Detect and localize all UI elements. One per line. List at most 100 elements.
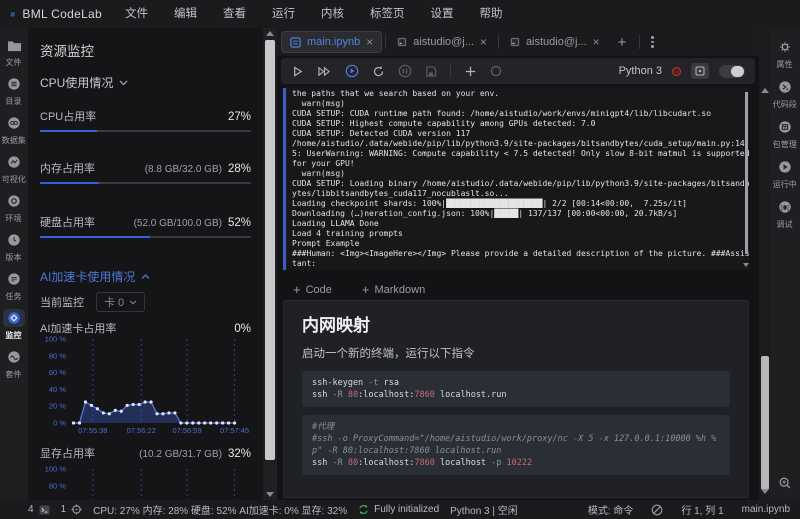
restart-kernel-button[interactable]: [372, 65, 385, 78]
output-line: CUDA SETUP: Loading binary /home/aistudi…: [292, 179, 749, 188]
disk-metric: 硬盘占用率 (52.0 GB/100.0 GB) 52%: [40, 217, 251, 229]
run-all-button[interactable]: [317, 65, 332, 78]
markdown-heading: 内网映射: [302, 316, 370, 335]
tab-main-ipynb[interactable]: main.ipynb ×: [281, 31, 383, 53]
cursor-position[interactable]: 行 1, 列 1: [681, 502, 723, 517]
notebook-scrollbar[interactable]: [759, 28, 770, 500]
right-item-snippets[interactable]: 代码段: [771, 78, 799, 110]
bml-logo-icon: [10, 12, 15, 16]
simple-mode-toggle[interactable]: [719, 64, 745, 78]
right-item-properties[interactable]: 属性: [771, 38, 799, 70]
restart-run-button[interactable]: [345, 64, 359, 78]
svg-text:20 %: 20 %: [49, 402, 66, 411]
add-markdown-button[interactable]: + Markdown: [362, 282, 425, 297]
svg-text:100 %: 100 %: [45, 335, 67, 344]
terminal-icon: [39, 504, 50, 515]
sidebar-item-tasks[interactable]: 任务: [0, 270, 28, 302]
menu-item[interactable]: 编辑: [161, 0, 210, 28]
cpu-section-header[interactable]: CPU使用情况: [40, 74, 128, 91]
card-select-dropdown[interactable]: 卡 0: [96, 292, 146, 312]
output-scrollbar-thumb[interactable]: [745, 92, 748, 254]
notebook-icon: [290, 36, 301, 48]
output-line: /home/aistudio/.data/webide/pip/lib/pyth…: [292, 139, 745, 148]
add-code-button[interactable]: + Code: [293, 282, 332, 297]
scroll-up-arrow[interactable]: [266, 31, 274, 36]
sidebar-item-visualization[interactable]: 可视化: [0, 153, 28, 185]
kernel-busy-indicator: [672, 66, 681, 76]
sidebar-item-environment[interactable]: 环境: [0, 192, 28, 224]
add-cell-button[interactable]: [464, 65, 477, 78]
output-line: the paths that we search based on your e…: [292, 89, 500, 98]
folder-icon: [3, 36, 25, 54]
scrollbar-thumb[interactable]: [265, 40, 275, 460]
sidebar-item-files[interactable]: 文件: [0, 36, 28, 68]
close-icon[interactable]: ×: [366, 36, 373, 48]
close-icon[interactable]: ×: [593, 36, 600, 48]
kernel-status: Python 3 | 空闲: [450, 506, 518, 517]
toolbar-separator: [450, 64, 451, 78]
menu-items: 文件 编辑 查看 运行 内核 标签页 设置 帮助: [112, 0, 516, 28]
tab-separator: [497, 35, 499, 49]
notebook-toolbar: Python 3: [281, 58, 755, 84]
scroll-down-arrow[interactable]: [761, 489, 769, 494]
gears-icon: [774, 38, 796, 56]
panel-toggle-button[interactable]: [691, 63, 709, 79]
menu-item[interactable]: 查看: [210, 0, 259, 28]
tab-bar: main.ipynb × aistudio@j... × aistudio@j.…: [277, 28, 759, 56]
terminal-icon: [510, 37, 520, 47]
link-icon: [3, 114, 25, 132]
tab-more-menu[interactable]: [643, 36, 662, 48]
ring-icon: [3, 192, 25, 210]
menu-item[interactable]: 运行: [259, 0, 308, 28]
scroll-down-arrow[interactable]: [266, 492, 274, 497]
menu-bar: BML CodeLab 文件 编辑 查看 运行 内核 标签页 设置 帮助: [0, 0, 800, 28]
memory-metric: 内存占用率 (8.8 GB/32.0 GB) 28%: [40, 163, 251, 175]
right-item-packages[interactable]: 包管理: [771, 118, 799, 150]
gpu-util-chart: 100 % 80 % 60 % 40 % 20 % 0 % 07:55:38 07:56:22…: [40, 334, 251, 436]
sidebar-item-versions[interactable]: 版本: [0, 231, 28, 263]
menu-item[interactable]: 内核: [308, 0, 357, 28]
output-line: CUDA SETUP: Highest compute capability a…: [292, 119, 596, 128]
code-block-ssh: ssh-keygen -t rsa ssh -R 80:localhost:786…: [302, 371, 730, 407]
right-item-running[interactable]: 运行中: [771, 158, 799, 190]
menu-item[interactable]: 标签页: [357, 0, 418, 28]
sidebar-item-dataset[interactable]: 数据集: [0, 114, 28, 146]
kernel-selector[interactable]: Python 3: [619, 65, 662, 77]
ai-section-header[interactable]: AI加速卡使用情况: [40, 268, 150, 285]
output-line: Downloading (…)neration_config.json: 100…: [292, 209, 678, 218]
current-file: main.ipynb: [741, 504, 790, 515]
menu-item[interactable]: 文件: [112, 0, 161, 28]
notifications-icon[interactable]: [651, 504, 663, 516]
scroll-up-arrow[interactable]: [761, 88, 769, 93]
tab-terminal-2[interactable]: aistudio@j... ×: [502, 31, 608, 53]
vram-chart-cropped: 100 %80 %60 %40 %20 %0 %: [40, 464, 251, 500]
save-icon[interactable]: [425, 65, 437, 78]
chevron-up-icon: [141, 273, 150, 279]
sidebar-item-toc[interactable]: 目录: [0, 75, 28, 107]
right-item-debug[interactable]: 调试: [771, 198, 799, 230]
code-block-proxy: #代理 #ssh -o ProxyCommand="/home/aistudio/…: [302, 415, 730, 475]
panel-scrollbar[interactable]: [263, 28, 277, 500]
target-icon: [71, 504, 82, 515]
svg-text:0 %: 0 %: [53, 419, 66, 428]
panel-title: 资源监控: [40, 44, 94, 59]
scrollbar-thumb[interactable]: [760, 356, 769, 490]
code-cell-output[interactable]: the paths that we search based on your e…: [283, 88, 749, 270]
output-scroll-down-arrow[interactable]: [743, 263, 749, 267]
run-cell-button[interactable]: [291, 65, 304, 78]
app-logo: BML CodeLab: [0, 6, 112, 23]
new-tab-button[interactable]: +: [608, 34, 637, 51]
zoom-search-button[interactable]: [771, 474, 799, 492]
interrupt-kernel-button[interactable]: [398, 64, 412, 78]
close-icon[interactable]: ×: [480, 36, 487, 48]
output-line: Loading LLAMA Done: [292, 219, 379, 228]
markdown-cell[interactable]: 内网映射 启动一个新的终端，运行以下指令 ssh-keygen -t rsa ss…: [283, 300, 749, 498]
tab-terminal-1[interactable]: aistudio@j... ×: [389, 31, 495, 53]
svg-text:80 %: 80 %: [49, 481, 66, 490]
mode-indicator[interactable]: 模式: 命令: [588, 502, 634, 517]
sidebar-item-kits[interactable]: 套件: [0, 348, 28, 380]
menu-item[interactable]: 帮助: [467, 0, 516, 28]
sidebar-item-monitor[interactable]: 监控: [0, 309, 28, 341]
bug-icon: [774, 198, 796, 216]
menu-item[interactable]: 设置: [418, 0, 467, 28]
